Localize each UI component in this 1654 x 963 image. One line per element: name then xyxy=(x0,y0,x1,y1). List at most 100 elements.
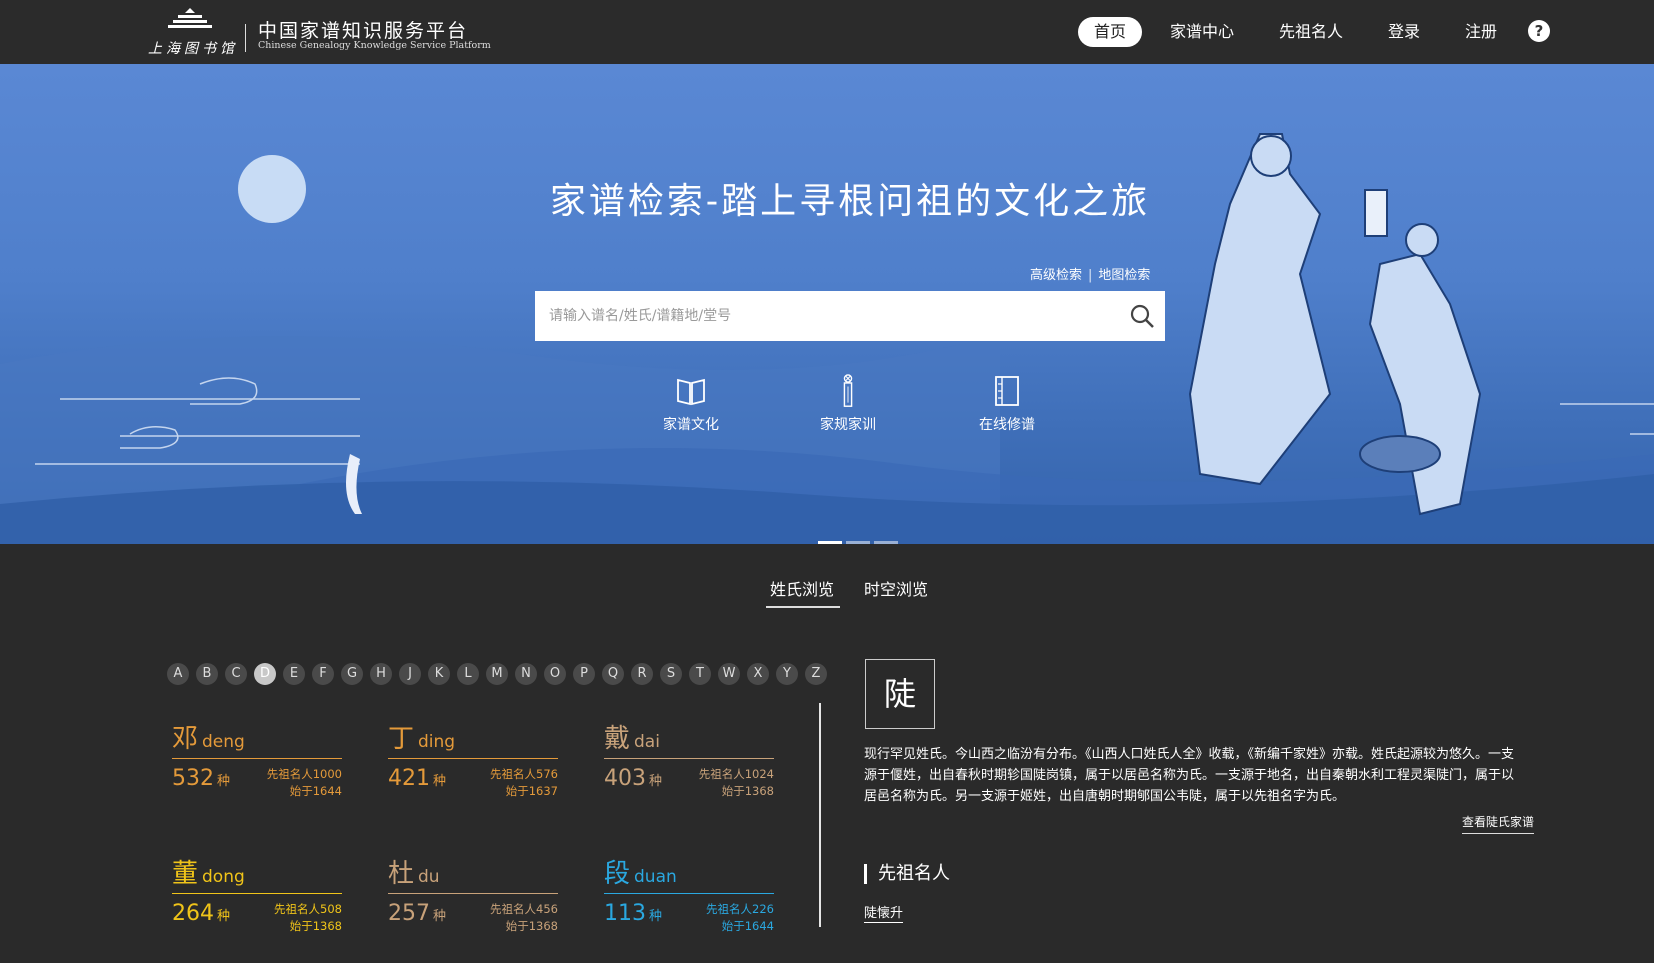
card-divider xyxy=(388,893,558,894)
letter-w-button[interactable]: W xyxy=(718,663,740,685)
carousel-indicators xyxy=(818,529,902,544)
letter-r-button[interactable]: R xyxy=(631,663,653,685)
surname-title: 戴 dai xyxy=(604,718,660,755)
genealogy-count: 403 种 xyxy=(604,766,662,791)
count-value: 113 xyxy=(604,901,646,926)
card-divider xyxy=(172,893,342,894)
letter-p-button[interactable]: P xyxy=(573,663,595,685)
origin-year: 始于1644 xyxy=(289,784,342,798)
advanced-search-link[interactable]: 高级检索 xyxy=(1030,268,1082,283)
card-divider xyxy=(604,758,774,759)
letter-m-button[interactable]: M xyxy=(486,663,508,685)
letter-e-button[interactable]: E xyxy=(283,663,305,685)
letter-l-button[interactable]: L xyxy=(457,663,479,685)
letter-q-button[interactable]: Q xyxy=(602,663,624,685)
letter-k-button[interactable]: K xyxy=(428,663,450,685)
letter-s-button[interactable]: S xyxy=(660,663,682,685)
letter-d-button[interactable]: D xyxy=(254,663,276,685)
nav-home[interactable]: 首页 xyxy=(1078,17,1143,47)
site-logo[interactable]: 上海图书馆 中国家谱知识服务平台 Chinese Genealogy Knowl… xyxy=(148,6,491,58)
surname-card[interactable]: 段 duan 113 种 先祖名人226 始于1644 xyxy=(604,853,774,963)
famous-ancestors-heading: 先祖名人 xyxy=(864,864,950,884)
quick-link-genealogy-culture[interactable]: 家谱文化 xyxy=(641,374,741,434)
surname-card[interactable]: 丁 ding 421 种 先祖名人576 始于1637 xyxy=(388,718,558,828)
count-value: 421 xyxy=(388,766,430,791)
quick-link-family-rules[interactable]: 家规家训 xyxy=(798,374,898,434)
letter-o-button[interactable]: O xyxy=(544,663,566,685)
column-divider xyxy=(819,703,821,927)
surname-char: 邓 xyxy=(172,724,199,754)
letter-a-button[interactable]: A xyxy=(167,663,189,685)
carousel-dot[interactable] xyxy=(874,541,898,544)
count-unit: 种 xyxy=(649,774,663,789)
count-value: 532 xyxy=(172,766,214,791)
surname-card[interactable]: 邓 deng 532 种 先祖名人1000 始于1644 xyxy=(172,718,342,828)
tab-surname-browse[interactable]: 姓氏浏览 xyxy=(770,576,834,600)
letter-t-button[interactable]: T xyxy=(689,663,711,685)
surname-title: 丁 ding xyxy=(388,718,455,755)
quick-link-label: 家规家训 xyxy=(820,417,876,433)
logo-mark-text: 上海图书馆 xyxy=(148,41,238,57)
nav-register[interactable]: 注册 xyxy=(1465,17,1497,47)
search-input[interactable] xyxy=(535,291,1115,341)
surname-pinyin: du xyxy=(418,867,440,887)
letter-x-button[interactable]: X xyxy=(747,663,769,685)
carousel-dot[interactable] xyxy=(846,541,870,544)
quick-link-label: 在线修谱 xyxy=(979,417,1035,433)
view-surname-genealogy-link[interactable]: 查看陡氏家谱 xyxy=(1462,813,1535,834)
quick-link-online-compile[interactable]: 在线修谱 xyxy=(957,374,1057,434)
logo-divider xyxy=(245,24,246,52)
letter-g-button[interactable]: G xyxy=(341,663,363,685)
origin-year: 始于1637 xyxy=(505,784,558,798)
surname-card[interactable]: 董 dong 264 种 先祖名人508 始于1368 xyxy=(172,853,342,963)
count-unit: 种 xyxy=(217,909,231,924)
famous-count: 先祖名人1000 xyxy=(266,767,342,781)
count-value: 264 xyxy=(172,901,214,926)
nav-genealogy-center[interactable]: 家谱中心 xyxy=(1170,17,1234,47)
count-unit: 种 xyxy=(649,909,663,924)
nav-login[interactable]: 登录 xyxy=(1388,17,1420,47)
letter-y-button[interactable]: Y xyxy=(776,663,798,685)
surname-char: 戴 xyxy=(604,724,631,754)
letter-h-button[interactable]: H xyxy=(370,663,392,685)
letter-b-button[interactable]: B xyxy=(196,663,218,685)
letter-n-button[interactable]: N xyxy=(515,663,537,685)
surname-title: 杜 du xyxy=(388,853,440,890)
card-meta: 先祖名人1024 始于1368 xyxy=(699,766,774,800)
nav-famous-ancestors[interactable]: 先祖名人 xyxy=(1279,17,1343,47)
logo-subtitle: Chinese Genealogy Knowledge Service Plat… xyxy=(258,40,491,51)
count-unit: 种 xyxy=(433,774,447,789)
help-icon[interactable]: ? xyxy=(1528,20,1550,42)
surname-card[interactable]: 杜 du 257 种 先祖名人456 始于1368 xyxy=(388,853,558,963)
surname-char: 杜 xyxy=(388,859,415,889)
surname-card[interactable]: 戴 dai 403 种 先祖名人1024 始于1368 xyxy=(604,718,774,828)
card-meta: 先祖名人576 始于1637 xyxy=(490,766,558,800)
card-meta: 先祖名人508 始于1368 xyxy=(274,901,342,935)
surname-title: 段 duan xyxy=(604,853,677,890)
letter-z-button[interactable]: Z xyxy=(805,663,827,685)
letter-f-button[interactable]: F xyxy=(312,663,334,685)
famous-count: 先祖名人456 xyxy=(490,902,558,916)
carousel-dot[interactable] xyxy=(818,541,842,544)
surname-pinyin: ding xyxy=(418,732,456,752)
search-icon[interactable] xyxy=(1129,303,1155,329)
famous-count: 先祖名人1024 xyxy=(698,767,774,781)
genealogy-count: 257 种 xyxy=(388,901,446,926)
origin-year: 始于1368 xyxy=(721,784,774,798)
ancestor-link[interactable]: 陡懐升 xyxy=(864,902,904,923)
logo-title: 中国家谱知识服务平台 xyxy=(258,20,469,42)
surname-pinyin: deng xyxy=(202,732,245,752)
genealogy-count: 113 种 xyxy=(604,901,662,926)
letter-j-button[interactable]: J xyxy=(399,663,421,685)
quick-link-label: 家谱文化 xyxy=(663,417,719,433)
count-unit: 种 xyxy=(217,774,231,789)
scroll-icon xyxy=(843,374,853,407)
map-search-link[interactable]: 地图检索 xyxy=(1098,268,1150,283)
tab-spacetime-browse[interactable]: 时空浏览 xyxy=(864,576,928,600)
genealogy-count: 264 种 xyxy=(172,901,230,926)
letter-c-button[interactable]: C xyxy=(225,663,247,685)
surname-pinyin: dai xyxy=(634,732,660,752)
famous-count: 先祖名人226 xyxy=(706,902,774,916)
link-separator: | xyxy=(1088,268,1093,283)
surname-char: 段 xyxy=(604,859,631,889)
